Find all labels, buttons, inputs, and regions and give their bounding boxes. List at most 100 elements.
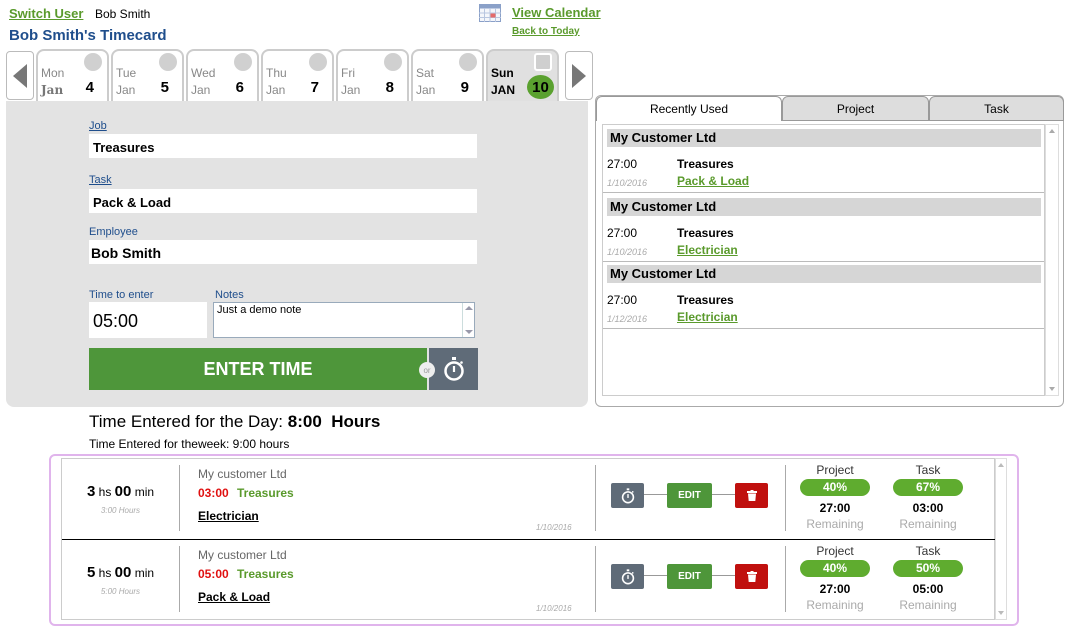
tab-recently-used[interactable]: Recently Used <box>596 96 782 121</box>
day-tab-sun[interactable]: Sun JAN 10 <box>486 49 559 101</box>
entries-scrollbar[interactable] <box>995 458 1007 620</box>
edit-button[interactable]: EDIT <box>667 564 712 589</box>
entry-customer: My customer Ltd <box>198 548 287 562</box>
day-name: Mon <box>41 66 65 80</box>
notes-scrollbar[interactable] <box>462 303 474 337</box>
time-to-enter-label: Time to enter <box>89 289 154 301</box>
previous-week-button[interactable] <box>6 51 34 100</box>
calendar-icon[interactable] <box>479 4 501 22</box>
task-progress: Task 50% 05:00 Remaining <box>893 544 963 612</box>
day-month: JAN <box>491 83 516 97</box>
entry-task-link[interactable]: Pack & Load <box>198 590 270 604</box>
task-progress: Task 67% 03:00 Remaining <box>893 463 963 531</box>
notes-text: Just a demo note <box>217 304 302 316</box>
recent-task-link[interactable]: Pack & Load <box>677 174 749 188</box>
trash-icon <box>746 490 757 501</box>
arrow-left-icon <box>13 63 27 88</box>
entry-job: Treasures <box>237 486 294 500</box>
entry-timer-button[interactable] <box>611 483 644 508</box>
day-name: Thu <box>266 66 287 80</box>
day-tab-mon[interactable]: Mon Jan 4 <box>36 49 109 101</box>
scroll-up-icon[interactable] <box>1049 129 1055 133</box>
project-progress: Project 40% 27:00 Remaining <box>800 463 870 531</box>
recent-item[interactable]: My Customer Ltd 27:00 1/12/2016 Treasure… <box>603 261 1044 329</box>
recent-task-link[interactable]: Electrician <box>677 310 738 324</box>
divider <box>785 546 786 612</box>
recent-job: Treasures <box>677 226 734 240</box>
day-tab-thu[interactable]: Thu Jan 7 <box>261 49 334 101</box>
recent-hours: 27:00 <box>607 226 638 240</box>
scroll-down-icon[interactable] <box>998 611 1004 615</box>
divider <box>179 465 180 531</box>
arrow-right-icon <box>572 63 586 88</box>
project-remaining-value: 27:00 <box>819 582 851 596</box>
stopwatch-icon <box>621 487 634 503</box>
entry-hours: 3 <box>86 483 96 500</box>
page-title: Bob Smith's Timecard <box>9 27 167 44</box>
time-entry-row: 5 hs 00 min 5:00 Hours My customer Ltd 0… <box>62 540 995 621</box>
next-week-button[interactable] <box>565 51 593 100</box>
switch-user-link[interactable]: Switch User <box>9 6 83 21</box>
project-percent-badge: 40% <box>800 479 870 496</box>
scroll-up-icon[interactable] <box>998 463 1004 467</box>
edit-button[interactable]: EDIT <box>667 483 712 508</box>
entry-task-link[interactable]: Electrician <box>198 509 259 523</box>
notes-textarea[interactable]: Just a demo note <box>213 302 475 338</box>
task-field[interactable]: Pack & Load <box>89 189 477 213</box>
entry-time: 03:00 <box>198 486 229 500</box>
day-name: Sat <box>416 66 435 80</box>
project-progress: Project 40% 27:00 Remaining <box>800 544 870 612</box>
scroll-up-icon[interactable] <box>465 306 473 310</box>
recent-hours: 27:00 <box>607 157 638 171</box>
day-name: Fri <box>341 66 355 80</box>
day-tab-fri[interactable]: Fri Jan 8 <box>336 49 409 101</box>
start-timer-button[interactable] <box>429 348 478 390</box>
scroll-down-icon[interactable] <box>465 330 473 334</box>
delete-button[interactable] <box>735 564 768 589</box>
task-label[interactable]: Task <box>89 174 112 186</box>
hours-unit: hs <box>98 566 112 580</box>
enter-time-button[interactable]: ENTER TIME <box>89 348 427 390</box>
entry-duration: 3 hs 00 min <box>62 483 179 500</box>
recent-date: 1/12/2016 <box>607 314 648 324</box>
day-status-dot <box>534 53 552 71</box>
day-tab-wed[interactable]: Wed Jan 6 <box>186 49 259 101</box>
recent-date: 1/10/2016 <box>607 247 648 257</box>
scroll-down-icon[interactable] <box>1049 387 1055 391</box>
back-to-today-link[interactable]: Back to Today <box>512 26 580 37</box>
recent-task-link[interactable]: Electrician <box>677 243 738 257</box>
job-label[interactable]: Job <box>89 120 107 132</box>
time-to-enter-input[interactable]: 05:00 <box>89 302 207 338</box>
entry-hours: 5 <box>86 564 96 581</box>
week-total-value: 9:00 hours <box>232 437 290 451</box>
day-total-value: 8:00 Hours <box>287 412 381 431</box>
day-number: 5 <box>160 79 169 96</box>
stopwatch-icon <box>443 357 464 381</box>
tab-project[interactable]: Project <box>782 96 929 121</box>
day-month: Jan <box>116 83 136 97</box>
divider <box>595 465 596 531</box>
entry-timer-button[interactable] <box>611 564 644 589</box>
remaining-label: Remaining <box>899 517 957 531</box>
divider <box>179 546 180 612</box>
day-number: 7 <box>310 79 319 96</box>
day-status-dot <box>459 53 477 71</box>
day-month: Jan <box>191 83 211 97</box>
day-tab-tue[interactable]: Tue Jan 5 <box>111 49 184 101</box>
entry-job: Treasures <box>237 567 294 581</box>
minutes-unit: min <box>134 566 155 580</box>
tab-task[interactable]: Task <box>929 96 1064 121</box>
day-name: Wed <box>191 66 216 80</box>
employee-field[interactable]: Bob Smith <box>89 240 477 264</box>
recent-item[interactable]: My Customer Ltd 27:00 1/10/2016 Treasure… <box>603 194 1044 262</box>
recent-item[interactable]: My Customer Ltd 27:00 1/10/2016 Treasure… <box>603 125 1044 193</box>
job-field[interactable]: Treasures <box>89 134 477 158</box>
view-calendar-link[interactable]: View Calendar <box>512 5 601 20</box>
task-label: Task <box>915 544 941 558</box>
delete-button[interactable] <box>735 483 768 508</box>
day-tab-sat[interactable]: Sat Jan 9 <box>411 49 484 101</box>
recent-customer: My Customer Ltd <box>607 265 1041 283</box>
notes-label: Notes <box>215 289 244 301</box>
recent-list-scrollbar[interactable] <box>1045 124 1059 396</box>
minutes-unit: min <box>134 485 155 499</box>
